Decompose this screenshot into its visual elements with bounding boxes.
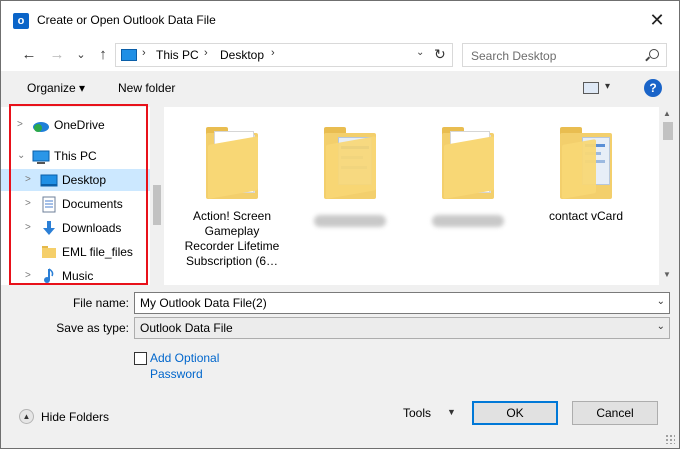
file-item[interactable]: Action! Screen Gameplay Recorder Lifetim… [182,119,282,279]
outlook-app-icon: o [13,13,29,29]
tree-item-label: OneDrive [54,118,105,132]
tree-item-label: This PC [54,149,97,163]
title-bar: o Create or Open Outlook Data File ✕ [1,1,679,39]
music-icon [44,268,54,283]
expand-chevron-icon[interactable]: > [25,217,31,239]
help-icon[interactable]: ? [644,79,662,97]
cancel-button[interactable]: Cancel [572,401,658,425]
file-name-label: File name: [72,296,129,310]
file-item[interactable] [300,119,400,279]
tree-item-music[interactable]: > Music [1,265,150,287]
navigation-pane-scrollbar[interactable] [150,107,164,285]
file-list-view: Action! Screen Gameplay Recorder Lifetim… [164,107,659,285]
view-options-icon[interactable] [583,82,599,94]
tree-item-eml-file-files[interactable]: EML file_files [1,241,150,263]
save-as-type-label: Save as type: [56,321,129,335]
ok-button[interactable]: OK [472,401,558,425]
search-icon[interactable] [649,49,659,59]
navigation-bar: ← → ⌄ ↑ › This PC › Desktop › ⌄ ↻ Search… [1,39,679,71]
expand-chevron-icon[interactable]: > [25,193,31,215]
folder-with-thumbnail-icon [324,125,376,199]
expand-chevron-icon[interactable]: > [25,265,31,287]
folder-icon [206,125,258,199]
file-name-input[interactable]: My Outlook Data File(2) ⌄ [134,292,670,314]
file-item[interactable]: contact vCard [536,119,636,279]
address-bar[interactable]: › This PC › Desktop › ⌄ ↻ [115,43,453,67]
pc-icon [121,49,137,61]
forward-button[interactable]: → [47,45,67,65]
breadcrumb-this-pc[interactable]: This PC [156,48,199,62]
navigation-pane: > OneDrive ⌄ This PC > Desktop > Documen… [1,107,164,285]
tree-item-desktop[interactable]: > Desktop [1,169,150,191]
command-toolbar: Organize ▾ New folder ▾ ? [1,71,679,107]
file-item[interactable] [418,119,518,279]
tools-dropdown-icon[interactable]: ▼ [447,407,456,417]
file-item-label: contact vCard [548,209,624,223]
tree-item-label: EML file_files [62,245,133,259]
document-icon [42,196,56,213]
organize-button[interactable]: Organize ▾ [27,81,85,95]
close-button[interactable]: ✕ [645,9,669,31]
file-item-label: Action! Screen Gameplay Recorder Lifetim… [184,209,280,268]
collapse-up-icon: ▲ [19,409,34,424]
breadcrumb-desktop[interactable]: Desktop [220,48,264,62]
tree-item-label: Music [62,269,94,283]
tree-item-onedrive[interactable]: > OneDrive [1,114,150,136]
new-folder-button[interactable]: New folder [118,81,175,95]
tree-item-documents[interactable]: > Documents [1,193,150,215]
window-title: Create or Open Outlook Data File [37,13,216,27]
dialog-window: o Create or Open Outlook Data File ✕ ← →… [0,0,680,449]
search-input[interactable]: Search Desktop [462,43,667,67]
tools-button[interactable]: Tools [403,406,431,420]
expand-chevron-icon[interactable]: > [25,169,31,191]
blurred-file-label [432,215,504,227]
tree-item-label: Documents [62,197,123,211]
scroll-up-icon[interactable]: ▲ [663,109,671,118]
file-list-scrollbar[interactable]: ▲ ▼ [659,107,677,285]
scrollbar-thumb[interactable] [153,185,161,225]
tree-item-downloads[interactable]: > Downloads [1,217,150,239]
blurred-file-label [314,215,386,227]
folder-icon [442,125,494,199]
resize-grip-icon[interactable] [665,434,675,444]
download-icon [43,221,55,235]
tree-item-label: Desktop [62,173,107,187]
optional-password-checkbox[interactable] [134,352,147,365]
hide-folders-label: Hide Folders [41,410,110,424]
folder-icon [42,246,56,258]
breadcrumb-separator: › [204,47,208,59]
search-placeholder: Search Desktop [471,49,557,63]
pc-icon [32,150,50,164]
scrollbar-thumb[interactable] [663,122,673,140]
breadcrumb-separator: › [142,47,146,59]
tree-item-label: Downloads [62,221,122,235]
expand-chevron-icon[interactable]: > [17,114,23,136]
view-dropdown-icon[interactable]: ▾ [605,81,610,92]
optional-password-link[interactable]: Add Optional Password [150,350,240,382]
folder-with-thumbnail-icon [560,125,612,199]
onedrive-icon [33,122,49,132]
recent-locations-button[interactable]: ⌄ [71,45,91,65]
chevron-down-icon[interactable]: ⌄ [657,296,665,307]
tree-item-this-pc[interactable]: ⌄ This PC [1,145,150,167]
desktop-icon [40,174,58,187]
breadcrumb-separator: › [271,47,275,59]
scroll-down-icon[interactable]: ▼ [663,270,671,279]
address-dropdown-icon[interactable]: ⌄ [416,47,424,58]
file-name-value: My Outlook Data File(2) [140,296,267,310]
save-as-type-select[interactable]: Outlook Data File ⌄ [134,317,670,339]
collapse-chevron-icon[interactable]: ⌄ [17,145,25,167]
save-as-type-value: Outlook Data File [140,321,233,335]
up-button[interactable]: ↑ [93,45,113,65]
back-button[interactable]: ← [19,45,39,65]
refresh-icon[interactable]: ↻ [434,46,446,63]
chevron-down-icon[interactable]: ⌄ [657,321,665,332]
